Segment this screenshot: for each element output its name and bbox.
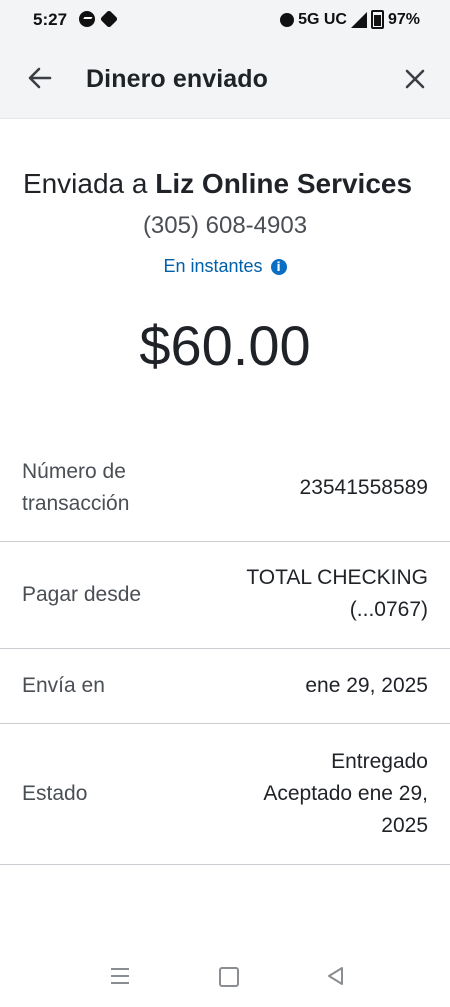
transaction-number: 23541558589 <box>299 476 428 499</box>
detail-label: Pagar desde <box>22 583 142 606</box>
recents-icon[interactable] <box>110 967 130 985</box>
battery-icon <box>370 10 384 29</box>
signal-icon <box>350 11 367 28</box>
details-list: Número de transacción 23541558589 Pagar … <box>0 440 450 865</box>
system-nav-bar <box>0 950 450 1007</box>
app-header: Dinero enviado <box>0 42 450 119</box>
status-right: 5G UC 97% <box>280 10 420 29</box>
detail-label: Envía en <box>22 674 105 697</box>
close-icon[interactable] <box>400 64 430 94</box>
pay-from-account: TOTAL CHECKING (...0767) <box>246 566 428 621</box>
detail-row-status: Estado Entregado Aceptado ene 29, 2025 <box>0 724 450 865</box>
amount: $60.00 <box>139 314 311 377</box>
messenger-icon <box>79 11 95 27</box>
detail-row-transaction: Número de transacción 23541558589 <box>0 440 450 542</box>
page-title: Dinero enviado <box>86 65 268 93</box>
network-label: 5G UC <box>298 10 347 28</box>
back-arrow-icon[interactable] <box>24 62 56 94</box>
info-icon[interactable]: i <box>270 259 287 275</box>
chase-icon <box>99 9 119 29</box>
battery-percent: 97% <box>387 10 420 28</box>
recipient-prefix: Enviada a <box>22 168 156 199</box>
alarm-icon <box>280 12 295 27</box>
back-triangle-icon[interactable] <box>326 966 344 986</box>
detail-row-send-date: Envía en ene 29, 2025 <box>0 649 450 724</box>
status-value: Entregado Aceptado ene 29, 2025 <box>263 750 428 837</box>
send-date: ene 29, 2025 <box>305 674 428 697</box>
detail-label: Número de transacción <box>22 460 130 515</box>
home-icon[interactable] <box>219 967 239 987</box>
recipient-line: Enviada a Liz Online Services <box>0 168 435 200</box>
delivery-speed-label: En instantes <box>163 256 263 276</box>
detail-row-pay-from: Pagar desde TOTAL CHECKING (...0767) <box>0 542 450 649</box>
recipient-name: Liz Online Services <box>155 168 413 199</box>
status-bar: 5:27 5G UC 97% <box>0 0 450 42</box>
detail-label: Estado <box>22 782 88 805</box>
notification-icons <box>79 9 119 29</box>
status-time: 5:27 <box>33 10 68 29</box>
recipient-phone: (305) 608-4903 <box>142 212 308 239</box>
delivery-speed: En instantes i <box>0 256 450 277</box>
